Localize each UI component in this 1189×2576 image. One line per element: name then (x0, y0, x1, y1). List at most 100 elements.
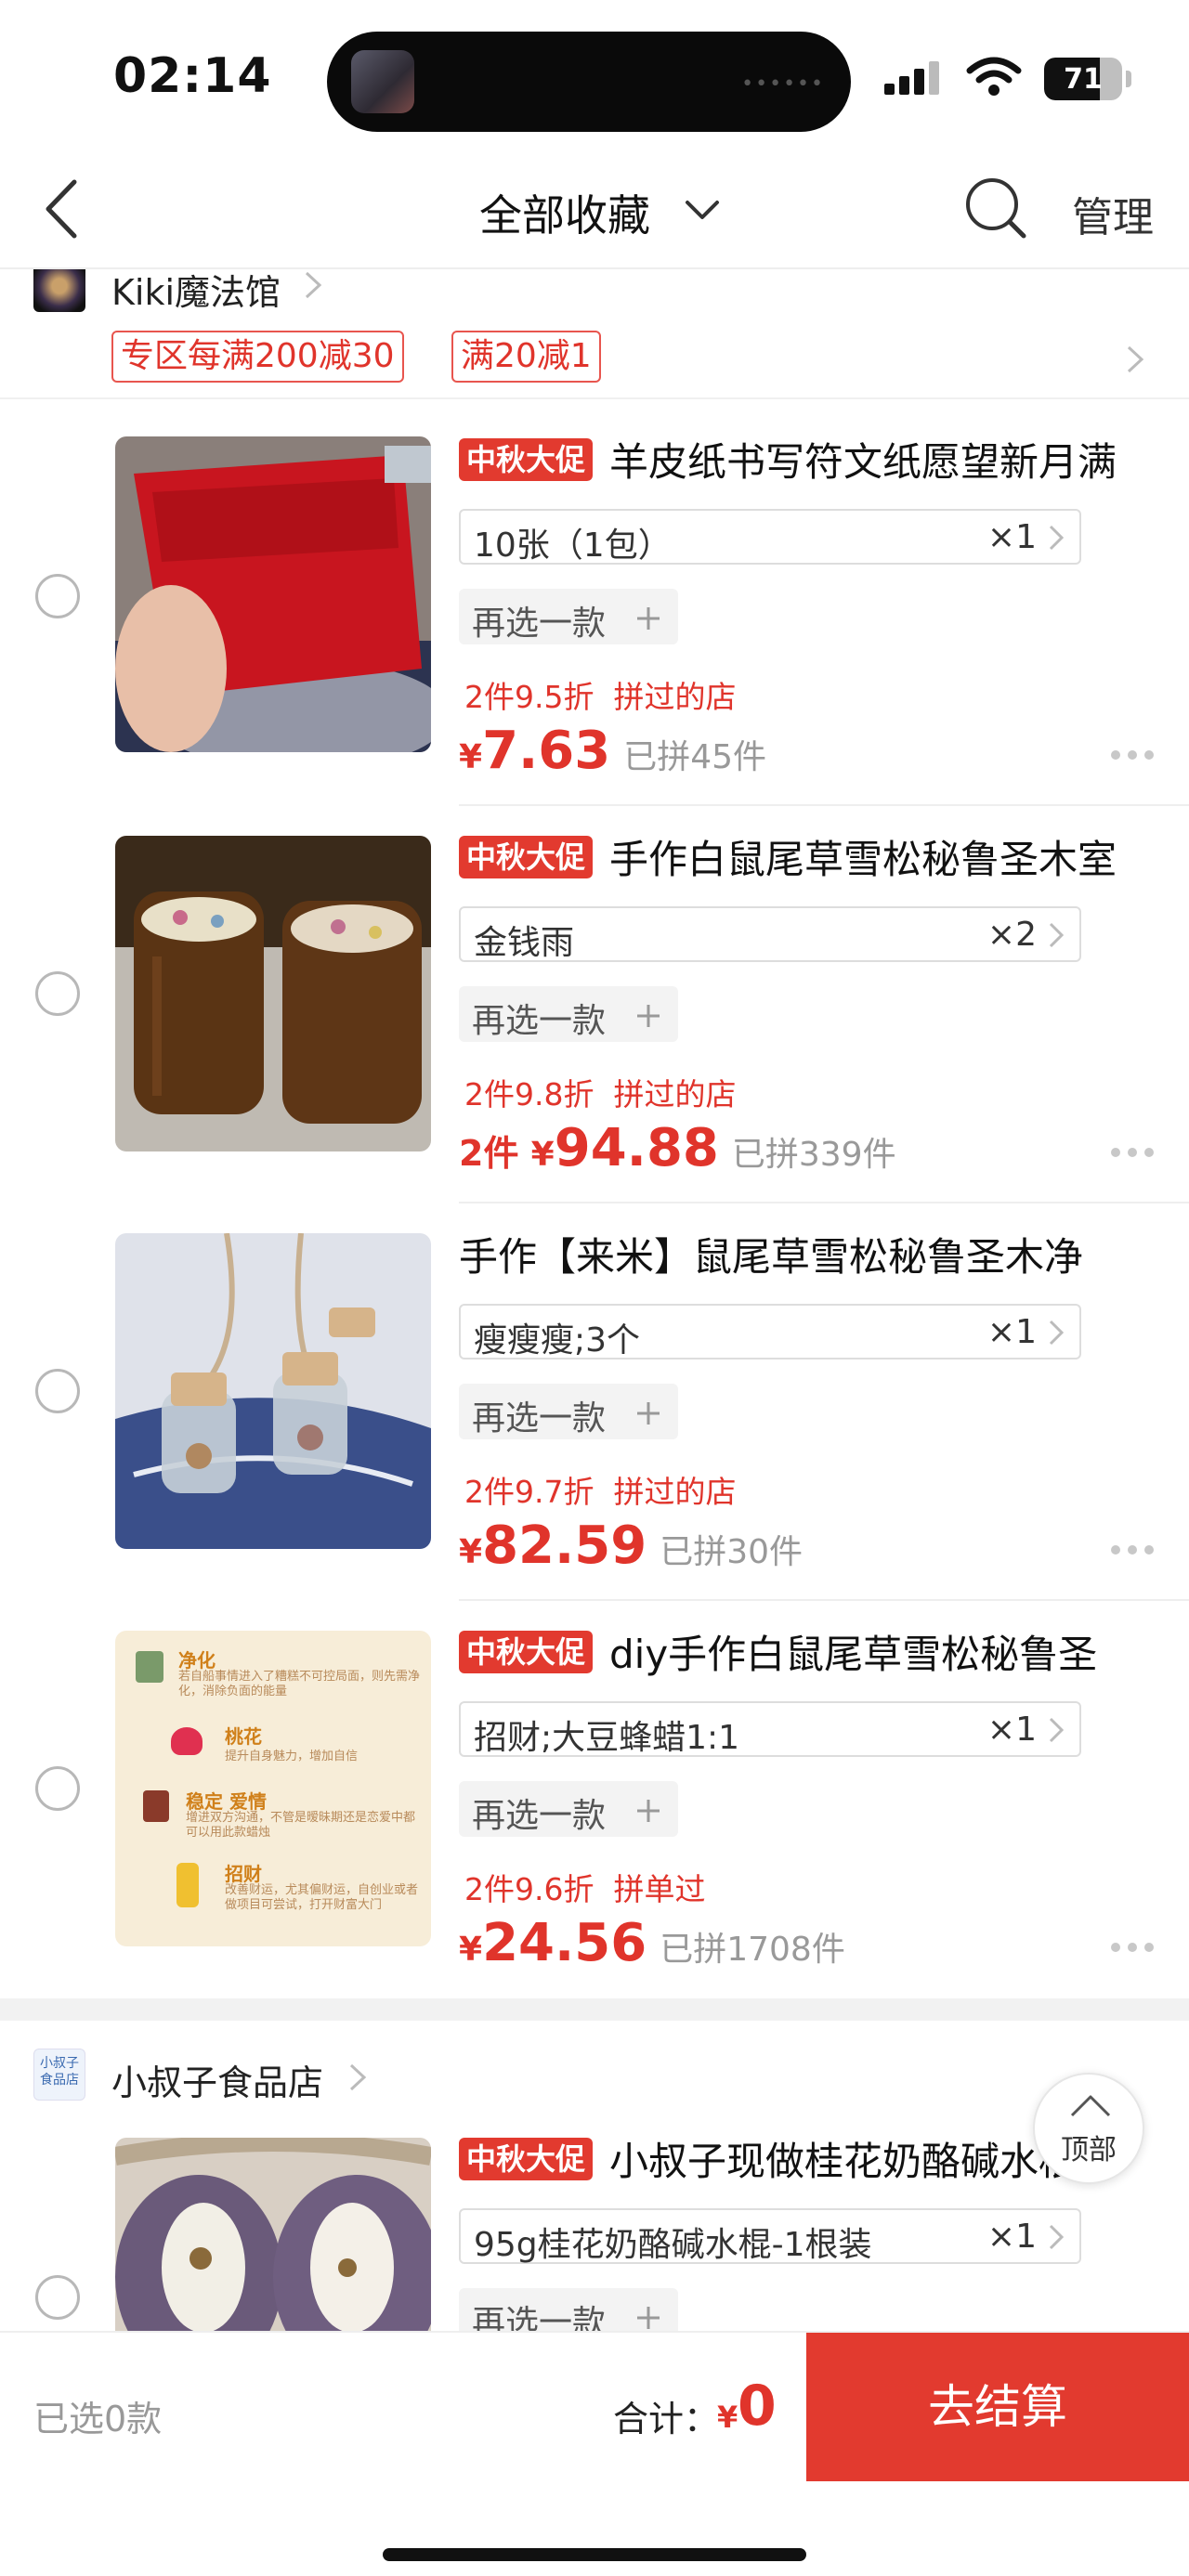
sku-text: 95g桂花奶酪碱水棍-1根装 (474, 2226, 872, 2264)
select-checkbox[interactable] (35, 2275, 80, 2320)
price-value: 82.59 (482, 1516, 647, 1576)
price-row: ¥7.63 已拼45件 (459, 721, 766, 786)
product-title[interactable]: diy手作白鼠尾草雪松秘鲁圣 (609, 1623, 1167, 1680)
total-label: 合计： (613, 2399, 720, 2439)
search-icon[interactable] (962, 175, 1029, 241)
chevron-right-icon (305, 271, 322, 299)
reselect-label: 再选一款 (472, 605, 607, 643)
store-name[interactable]: 小叔子食品店 (111, 2054, 323, 2105)
product-image[interactable] (115, 2138, 431, 2331)
currency-symbol: ¥ (459, 1931, 483, 1969)
reselect-button[interactable]: 再选一款 (459, 2288, 678, 2331)
price-value: 24.56 (482, 1913, 647, 1973)
reselect-button[interactable]: 再选一款 (459, 1781, 678, 1837)
image-text: 改善财运，尤其偏财运，自创业或者做项目可尝试，打开财富大门 (225, 1883, 419, 1912)
plus-icon (637, 1402, 660, 1425)
chevron-right-icon (1049, 1320, 1065, 1346)
battery-tip (1126, 71, 1131, 87)
discount-info: 2件9.5折 拼过的店 (464, 672, 736, 717)
checkout-button[interactable]: 去结算 (806, 2333, 1189, 2481)
promo-badge: 中秋大促 (459, 438, 594, 481)
product-image[interactable] (115, 1233, 431, 1549)
image-text: 提升自身魅力，增加自信 (225, 1750, 359, 1763)
price-prefix: 2件 (459, 1133, 531, 1174)
promo-badge: 中秋大促 (459, 1631, 594, 1673)
image-text: 增进双方沟通，不管是暧昧期还是恋爱中都可以用此款蜡烛 (186, 1811, 416, 1840)
reselect-button[interactable]: 再选一款 (459, 986, 678, 1042)
promo-tag: 专区每满200减30 (111, 331, 404, 383)
store-header[interactable]: 小叔子食品店 小叔子食品店 (0, 2030, 1189, 2123)
list-item[interactable]: 中秋大促 手作白鼠尾草雪松秘鲁圣木室 金钱雨 ×2 再选一款 2件9.8折 拼过… (0, 806, 1189, 1203)
currency-symbol: ¥ (530, 1136, 555, 1174)
select-checkbox[interactable] (35, 971, 80, 1016)
discount-text: 2件9.5折 (464, 679, 594, 715)
battery-level-text: 71 (1064, 63, 1103, 96)
product-image[interactable] (115, 836, 431, 1151)
store-name[interactable]: Kiki魔法馆 (111, 269, 281, 315)
product-title[interactable]: 手作【来米】鼠尾草雪松秘鲁圣木净 (459, 1226, 1183, 1282)
more-options-icon[interactable] (1111, 1943, 1157, 1956)
discount-info: 2件9.7折 拼过的店 (464, 1467, 736, 1512)
chevron-right-icon[interactable] (1126, 344, 1146, 375)
reselect-button[interactable]: 再选一款 (459, 1384, 678, 1439)
product-image[interactable]: 净化 若自船事情进入了糟糕不可控局面，则先需净化，消除负面的能量 桃花 提升自身… (115, 1631, 431, 1946)
sku-selector[interactable]: 95g桂花奶酪碱水棍-1根装 ×1 (459, 2208, 1081, 2264)
select-checkbox[interactable] (35, 574, 80, 618)
list-item[interactable]: 净化 若自船事情进入了糟糕不可控局面，则先需净化，消除负面的能量 桃花 提升自身… (0, 1601, 1189, 1998)
checkout-bar: 已选0款 合计： ¥ 0 去结算 (0, 2331, 1189, 2576)
list-item[interactable]: 手作【来米】鼠尾草雪松秘鲁圣木净 瘦瘦瘦;3个 ×1 再选一款 2件9.7折 拼… (0, 1203, 1189, 1601)
sku-selector[interactable]: 瘦瘦瘦;3个 ×1 (459, 1304, 1081, 1360)
status-time: 02:14 (113, 48, 272, 104)
dynamic-island: •••••• (327, 32, 851, 132)
home-indicator[interactable] (383, 2548, 806, 2561)
sku-quantity: ×1 (986, 1313, 1037, 1351)
back-to-top-button[interactable]: 顶部 (1033, 2073, 1144, 2184)
favorites-filter-title[interactable]: 全部收藏 (479, 182, 650, 243)
arrow-up-icon (1070, 2095, 1111, 2117)
reselect-label: 再选一款 (472, 2304, 607, 2331)
store-promotions[interactable]: 专区每满200减30 满20减1 (0, 325, 1189, 399)
list-item[interactable]: 中秋大促 羊皮纸书写符文纸愿望新月满 10张（1包） ×1 再选一款 2件9.5… (0, 409, 1189, 806)
sku-text: 瘦瘦瘦;3个 (474, 1321, 641, 1360)
store-logo: 小叔子食品店 (33, 2049, 85, 2101)
discount-text: 2件9.8折 (464, 1076, 594, 1112)
sold-count: 已拼30件 (660, 1533, 804, 1571)
manage-button[interactable]: 管理 (1072, 184, 1154, 243)
promo-badge: 中秋大促 (459, 836, 594, 878)
back-arrow-icon[interactable] (37, 176, 93, 241)
discount-text: 2件9.7折 (464, 1474, 594, 1510)
list-item[interactable]: 中秋大促 小叔子现做桂花奶酪碱水棍 95g桂花奶酪碱水棍-1根装 ×1 再选一款 (0, 2123, 1189, 2331)
more-options-icon[interactable] (1111, 1545, 1157, 1558)
music-artwork-icon (351, 50, 414, 113)
sold-count: 已拼1708件 (660, 1931, 845, 1969)
price-value: 94.88 (554, 1118, 719, 1178)
product-title[interactable]: 羊皮纸书写符文纸愿望新月满 (609, 431, 1167, 488)
more-options-icon[interactable] (1111, 1148, 1157, 1161)
plus-icon (637, 2307, 660, 2329)
select-checkbox[interactable] (35, 1369, 80, 1413)
more-options-icon[interactable] (1111, 750, 1157, 763)
product-photo (115, 1233, 431, 1549)
store-header[interactable]: Kiki魔法馆 (0, 269, 1189, 318)
discount-extra: 拼过的店 (613, 1076, 737, 1112)
promo-tag: 满20减1 (451, 331, 601, 383)
reselect-button[interactable]: 再选一款 (459, 589, 678, 644)
status-bar: 02:14 •••••• 71 (0, 0, 1189, 149)
product-photo (115, 2138, 431, 2331)
select-checkbox[interactable] (35, 1766, 80, 1811)
price-row: 2件 ¥94.88 已拼339件 (459, 1118, 896, 1183)
waveform-icon: •••••• (741, 72, 825, 96)
total-value: 0 (738, 2374, 777, 2439)
product-title[interactable]: 手作白鼠尾草雪松秘鲁圣木室 (609, 828, 1167, 885)
plus-icon (637, 607, 660, 630)
discount-extra: 拼单过 (613, 1871, 706, 1907)
chevron-down-icon[interactable] (684, 197, 721, 225)
sold-count: 已拼339件 (731, 1136, 896, 1174)
currency-symbol: ¥ (459, 738, 483, 776)
discount-extra: 拼过的店 (613, 679, 737, 715)
sku-selector[interactable]: 招财;大豆蜂蜡1:1 ×1 (459, 1701, 1081, 1757)
sku-selector[interactable]: 10张（1包） ×1 (459, 509, 1081, 565)
product-image[interactable] (115, 436, 431, 752)
sku-selector[interactable]: 金钱雨 ×2 (459, 906, 1081, 962)
chevron-right-icon (1049, 922, 1065, 948)
